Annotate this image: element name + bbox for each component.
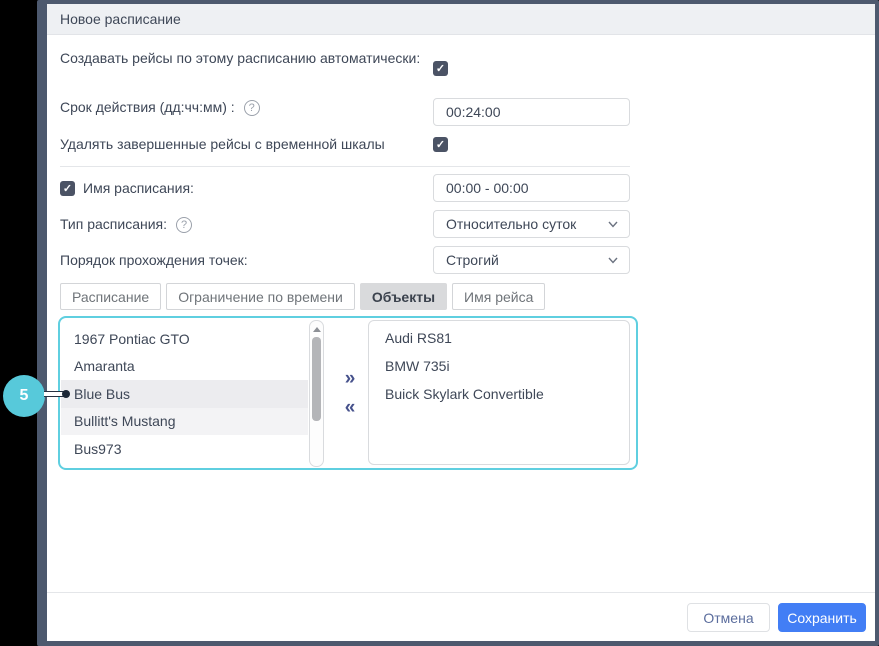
tab-bar: Расписание Ограничение по времени Объект…	[60, 283, 550, 310]
remove-completed-label: Удалять завершенные рейсы с временной шк…	[60, 135, 440, 154]
waypoint-order-label: Порядок прохождения точек:	[60, 251, 248, 270]
check-icon: ✓	[436, 62, 445, 75]
validity-label: Срок действия (дд:чч:мм) :	[60, 99, 235, 115]
list-item[interactable]: Bullitt's Mustang	[61, 408, 308, 436]
move-left-button[interactable]: «	[337, 396, 363, 420]
badge-number: 5	[20, 387, 29, 405]
dialog-title: Новое расписание	[47, 4, 875, 35]
validity-label-row: Срок действия (дд:чч:мм) :?	[60, 98, 260, 117]
annotation-badge: 5	[3, 375, 45, 417]
list-scrollbar[interactable]	[309, 320, 324, 467]
page-background: Новое расписание Создавать рейсы по этом…	[0, 0, 879, 646]
save-button[interactable]: Сохранить	[778, 603, 866, 632]
remove-completed-checkbox[interactable]: ✓	[433, 137, 448, 152]
question-mark: ?	[249, 99, 255, 118]
available-objects-list[interactable]: 1967 Pontiac GTO Amaranta Blue Bus Bulli…	[61, 320, 308, 466]
auto-create-label: Создавать рейсы по этому расписанию авто…	[60, 49, 440, 68]
list-item[interactable]: 1967 Pontiac GTO	[61, 325, 308, 353]
tab-time-limit[interactable]: Ограничение по времени	[166, 283, 355, 310]
help-icon[interactable]: ?	[176, 217, 192, 233]
schedule-name-checkbox[interactable]: ✓	[60, 181, 75, 196]
help-icon[interactable]: ?	[244, 100, 260, 116]
chevron-down-icon	[607, 254, 619, 266]
list-item[interactable]: Buick Skylark Convertible	[369, 380, 629, 408]
section-divider	[60, 166, 630, 167]
validity-input[interactable]	[433, 98, 630, 126]
list-item[interactable]: Bus973	[61, 435, 308, 463]
scroll-up-icon[interactable]	[313, 327, 321, 332]
tab-objects[interactable]: Объекты	[360, 283, 447, 310]
list-item-selected[interactable]: Blue Bus	[61, 380, 308, 408]
footer-divider	[47, 592, 875, 593]
list-item[interactable]: BMW 735i	[369, 352, 629, 380]
list-item[interactable]: Audi RS81	[369, 324, 629, 352]
question-mark: ?	[181, 216, 187, 235]
chevron-down-icon	[607, 218, 619, 230]
waypoint-order-select[interactable]: Строгий	[433, 246, 630, 274]
annotation-dot	[62, 390, 70, 398]
auto-create-checkbox[interactable]: ✓	[433, 61, 448, 76]
schedule-type-label-row: Тип расписания:?	[60, 215, 192, 234]
tab-trip-name[interactable]: Имя рейса	[452, 283, 545, 310]
move-right-button[interactable]: »	[337, 367, 363, 391]
cancel-button[interactable]: Отмена	[687, 603, 770, 632]
check-icon: ✓	[63, 182, 72, 195]
annotation-connector	[44, 391, 64, 397]
schedule-type-select[interactable]: Относительно суток	[433, 210, 630, 238]
assigned-objects-list[interactable]: Audi RS81 BMW 735i Buick Skylark Convert…	[368, 320, 630, 465]
schedule-type-value: Относительно суток	[446, 216, 576, 232]
scrollbar-thumb[interactable]	[312, 337, 321, 421]
schedule-name-input[interactable]	[433, 174, 630, 202]
schedule-name-label: Имя расписания:	[83, 179, 194, 198]
list-item[interactable]: Amaranta	[61, 353, 308, 381]
tab-schedule[interactable]: Расписание	[60, 283, 161, 310]
schedule-type-label: Тип расписания:	[60, 216, 167, 232]
waypoint-order-value: Строгий	[446, 252, 499, 268]
check-icon: ✓	[436, 138, 445, 151]
